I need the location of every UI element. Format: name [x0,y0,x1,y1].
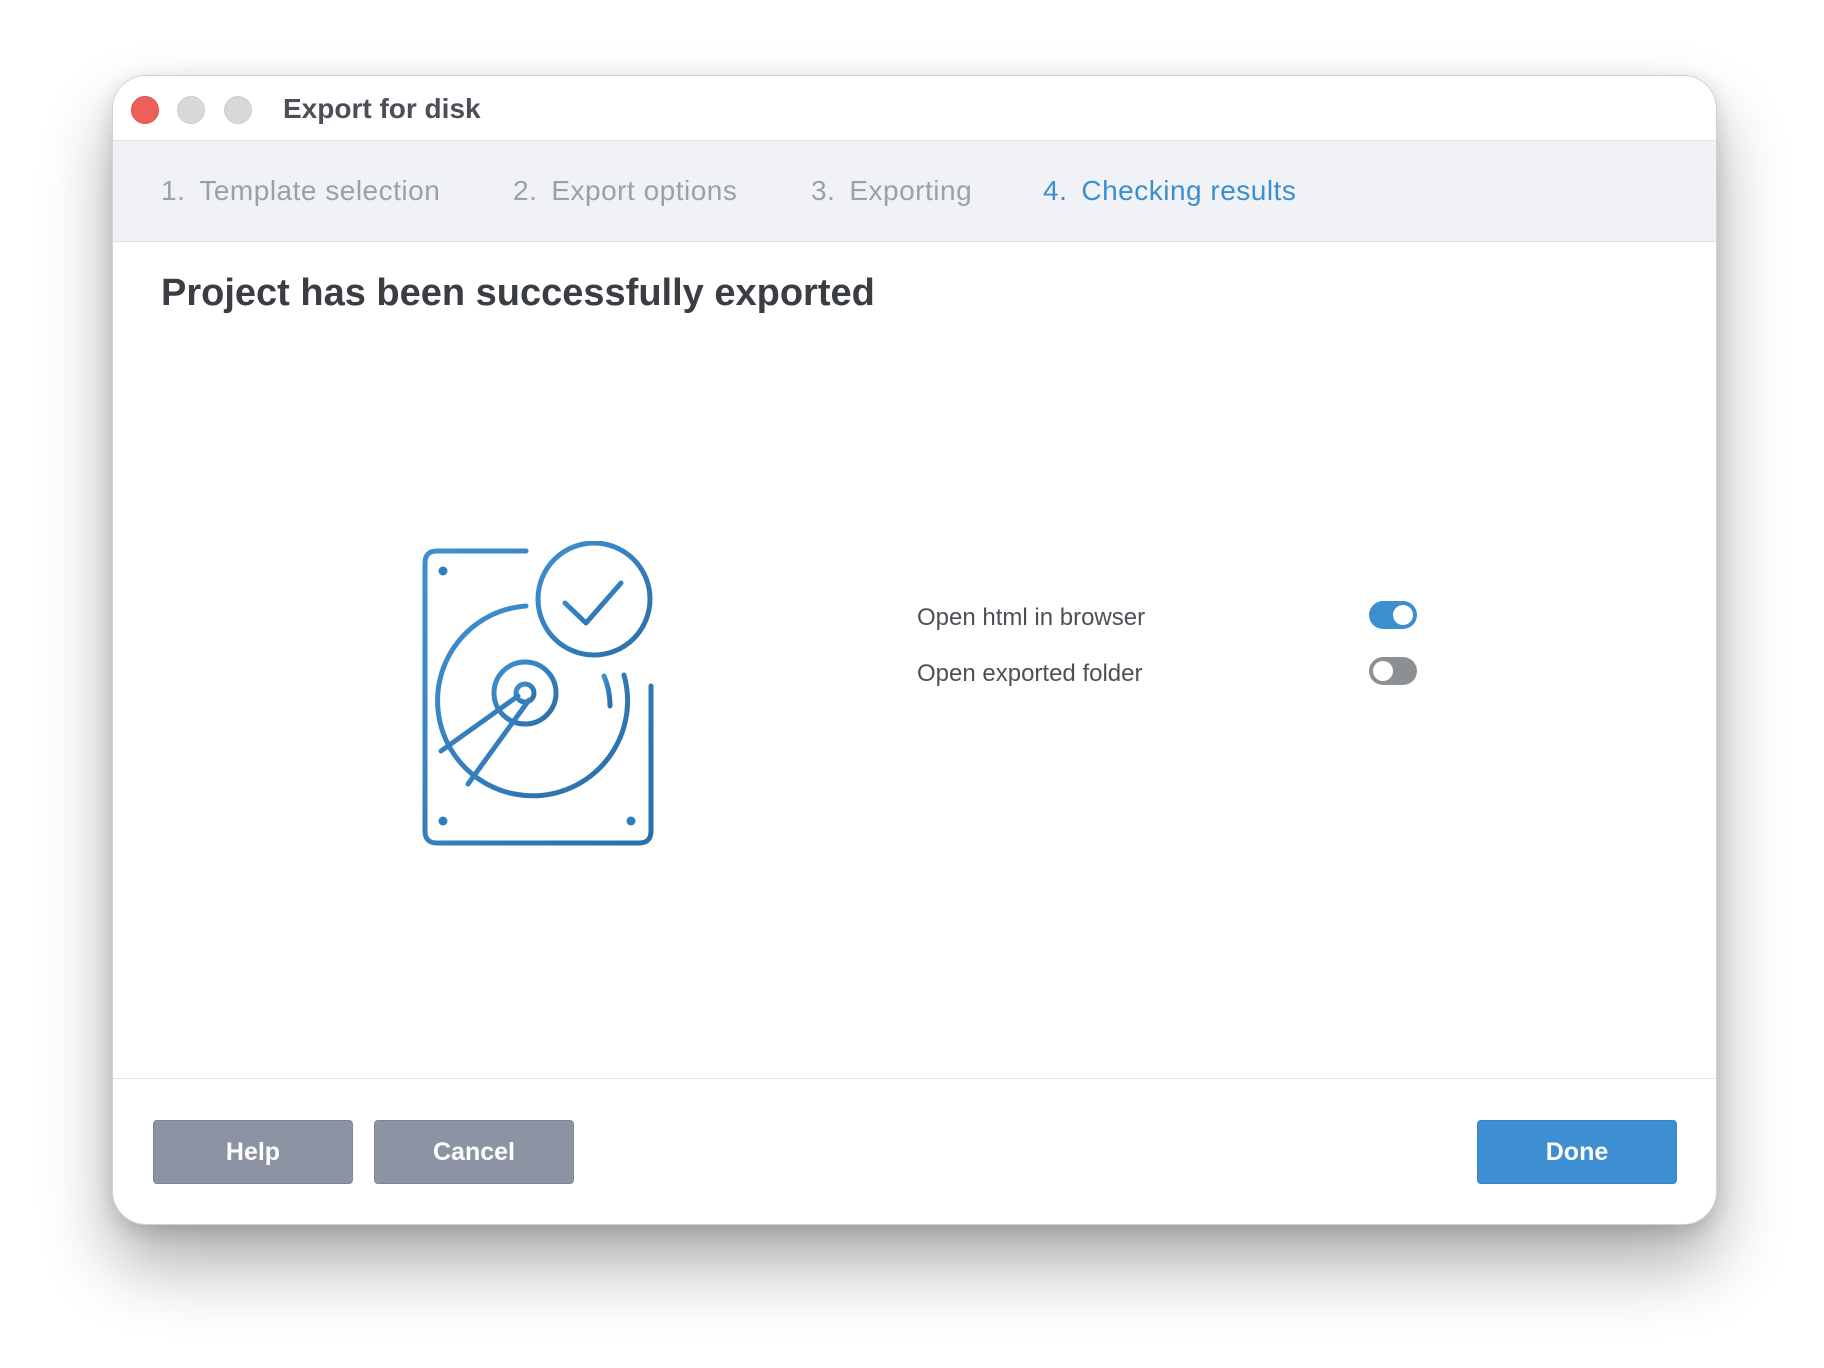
help-button[interactable]: Help [153,1120,353,1184]
step-label: Exporting [849,175,973,206]
close-window-button[interactable] [131,96,159,124]
step-number: 4. [1043,175,1068,206]
title-bar: Export for disk [113,76,1716,141]
step-export-options: 2. Export options [513,175,737,207]
hard-drive-check-icon [422,541,654,846]
step-checking-results: 4. Checking results [1043,175,1296,207]
window-title: Export for disk [283,93,481,124]
step-number: 1. [161,175,186,206]
done-button[interactable]: Done [1477,1120,1677,1184]
step-label: Checking results [1081,175,1297,206]
step-exporting: 3. Exporting [811,175,972,207]
open-exported-folder-toggle[interactable] [1369,657,1417,685]
open-exported-folder-label: Open exported folder [917,660,1143,687]
footer-divider [113,1078,1716,1079]
open-html-in-browser-toggle[interactable] [1369,601,1417,629]
step-label: Template selection [199,175,441,206]
toggle-knob [1393,605,1413,625]
step-label: Export options [551,175,738,206]
export-dialog-window: Export for disk 1. Template selection 2. E… [112,75,1717,1225]
cancel-button[interactable]: Cancel [374,1120,574,1184]
step-number: 2. [513,175,538,206]
step-template-selection: 1. Template selection [161,175,440,207]
open-html-in-browser-label: Open html in browser [917,604,1146,631]
page-title: Project has been successfully exported [161,272,875,314]
maximize-window-button[interactable] [224,96,252,124]
minimize-window-button[interactable] [177,96,205,124]
wizard-steps: 1. Template selection 2. Export options 3.… [113,141,1716,242]
step-number: 3. [811,175,836,206]
toggle-knob [1373,661,1393,681]
